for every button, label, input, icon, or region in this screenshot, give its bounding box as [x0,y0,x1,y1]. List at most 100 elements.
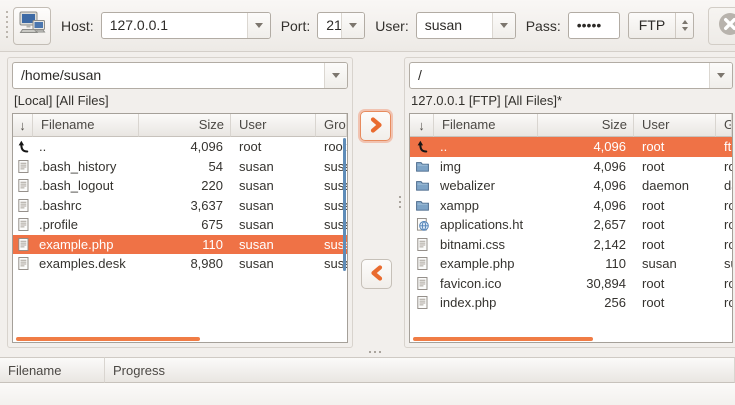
remote-path-combo[interactable]: / [409,62,733,89]
file-size: 4,096 [538,139,634,154]
up-icon [410,137,434,157]
file-row[interactable]: img4,096rootroot [410,157,732,177]
file-size: 2,657 [538,217,634,232]
file-name: img [434,159,538,174]
file-group: root [716,159,732,174]
file-name: favicon.ico [434,276,538,291]
file-icon [410,274,434,294]
file-size: 675 [139,217,231,232]
local-rows: ..4,096rootroot.bash_history54susansusan… [13,137,347,274]
column-header-user[interactable]: User [634,114,716,137]
column-header-group[interactable]: Group [316,114,347,137]
file-user: susan [231,256,316,271]
file-user: susan [231,237,316,252]
password-dots[interactable]: ••••• [569,13,619,38]
column-header-user[interactable]: User [231,114,316,137]
toolbar-drag-handle[interactable] [6,11,8,41]
horizontal-scrollbar[interactable] [16,337,200,341]
pass-label: Pass: [526,18,561,34]
local-path-value[interactable]: /home/susan [13,63,324,88]
transfer-queue-list[interactable] [0,383,735,405]
remote-rows: ..4,096rootftpimg4,096rootrootwebalizer4… [410,137,732,313]
file-icon [410,235,434,255]
file-row[interactable]: ..4,096rootroot [13,137,347,157]
local-path-combo[interactable]: /home/susan [12,62,348,89]
transfer-splitter-handle[interactable] [369,351,382,353]
file-size: 256 [538,295,634,310]
file-group: ftp [716,139,732,154]
file-row[interactable]: ..4,096rootftp [410,137,732,157]
chevron-down-icon[interactable] [709,63,732,88]
file-icon [13,254,33,274]
chevron-down-icon[interactable] [492,13,515,38]
user-combo[interactable]: susan [416,12,516,39]
local-file-list: ↓ Filename Size User Group ..4,096rootro… [12,113,348,343]
file-row[interactable]: favicon.ico30,894rootroot [410,274,732,294]
local-status-label: [Local] [All Files] [14,92,346,109]
file-row[interactable]: applications.ht2,657rootroot [410,215,732,235]
sort-descending-icon[interactable]: ↓ [410,114,434,137]
spin-down-icon[interactable] [682,27,688,34]
remote-status-label: 127.0.0.1 [FTP] [All Files]* [411,92,731,109]
chevron-down-icon[interactable] [247,13,270,38]
chevron-down-icon[interactable] [324,63,347,88]
column-header-size[interactable]: Size [538,114,634,137]
html-icon [410,215,434,235]
file-size: 220 [139,178,231,193]
file-row[interactable]: examples.desk8,980susansusan [13,254,347,274]
file-user: root [634,276,716,291]
file-row[interactable]: bitnami.css2,142rootroot [410,235,732,255]
file-icon [13,196,33,216]
column-header-filename[interactable]: Filename [434,114,538,137]
transfer-column-filename[interactable]: Filename [0,357,105,383]
spinner-arrows[interactable] [675,13,693,38]
file-icon [13,235,33,255]
file-group: root [716,276,732,291]
transfer-to-local-button[interactable] [361,259,392,289]
column-header-filename[interactable]: Filename [33,114,139,137]
transfer-to-remote-button[interactable] [360,111,391,141]
connect-button[interactable] [13,7,51,45]
file-row[interactable]: .bash_logout220susansusan [13,176,347,196]
port-value[interactable]: 21 [318,13,341,38]
remote-file-list: ↓ Filename Size User Group ..4,096rootft… [409,113,733,343]
file-size: 4,096 [139,139,231,154]
vertical-scrollbar[interactable] [343,138,346,271]
file-name: applications.ht [434,217,538,232]
user-value[interactable]: susan [417,13,492,38]
protocol-spinner[interactable]: FTP [628,12,694,39]
file-row[interactable]: example.php110susansusan [410,254,732,274]
horizontal-scrollbar[interactable] [413,337,593,341]
column-header-size[interactable]: Size [139,114,231,137]
sort-descending-icon[interactable]: ↓ [13,114,33,137]
file-row[interactable]: .profile675susansusan [13,215,347,235]
remote-path-value[interactable]: / [410,63,709,88]
password-field[interactable]: ••••• [568,12,620,39]
remote-pane: / 127.0.0.1 [FTP] [All Files]* ↓ Filenam… [404,57,735,348]
transfer-column-progress[interactable]: Progress [105,357,735,383]
file-name: xampp [434,198,538,213]
file-name: webalizer [434,178,538,193]
file-user: root [634,159,716,174]
column-header-group[interactable]: Group [716,114,732,137]
file-row[interactable]: .bash_history54susansusan [13,157,347,177]
host-value[interactable]: 127.0.0.1 [102,13,247,38]
file-row[interactable]: example.php110susansusan [13,235,347,255]
spin-up-icon[interactable] [682,17,688,24]
file-group: susan [716,256,732,271]
file-user: root [634,295,716,310]
chevron-down-icon[interactable] [341,13,364,38]
file-group: root [716,237,732,252]
file-row[interactable]: xampp4,096rootroot [410,196,732,216]
port-combo[interactable]: 21 [317,12,365,39]
file-row[interactable]: webalizer4,096daemondaemon [410,176,732,196]
file-row[interactable]: index.php256rootroot [410,293,732,313]
file-group: daemon [716,178,732,193]
folder-icon [410,196,434,216]
host-combo[interactable]: 127.0.0.1 [101,12,271,39]
file-size: 30,894 [538,276,634,291]
file-icon [13,215,33,235]
pane-splitter-handle[interactable] [399,196,401,209]
file-group: root [716,198,732,213]
file-row[interactable]: .bashrc3,637susansusan [13,196,347,216]
